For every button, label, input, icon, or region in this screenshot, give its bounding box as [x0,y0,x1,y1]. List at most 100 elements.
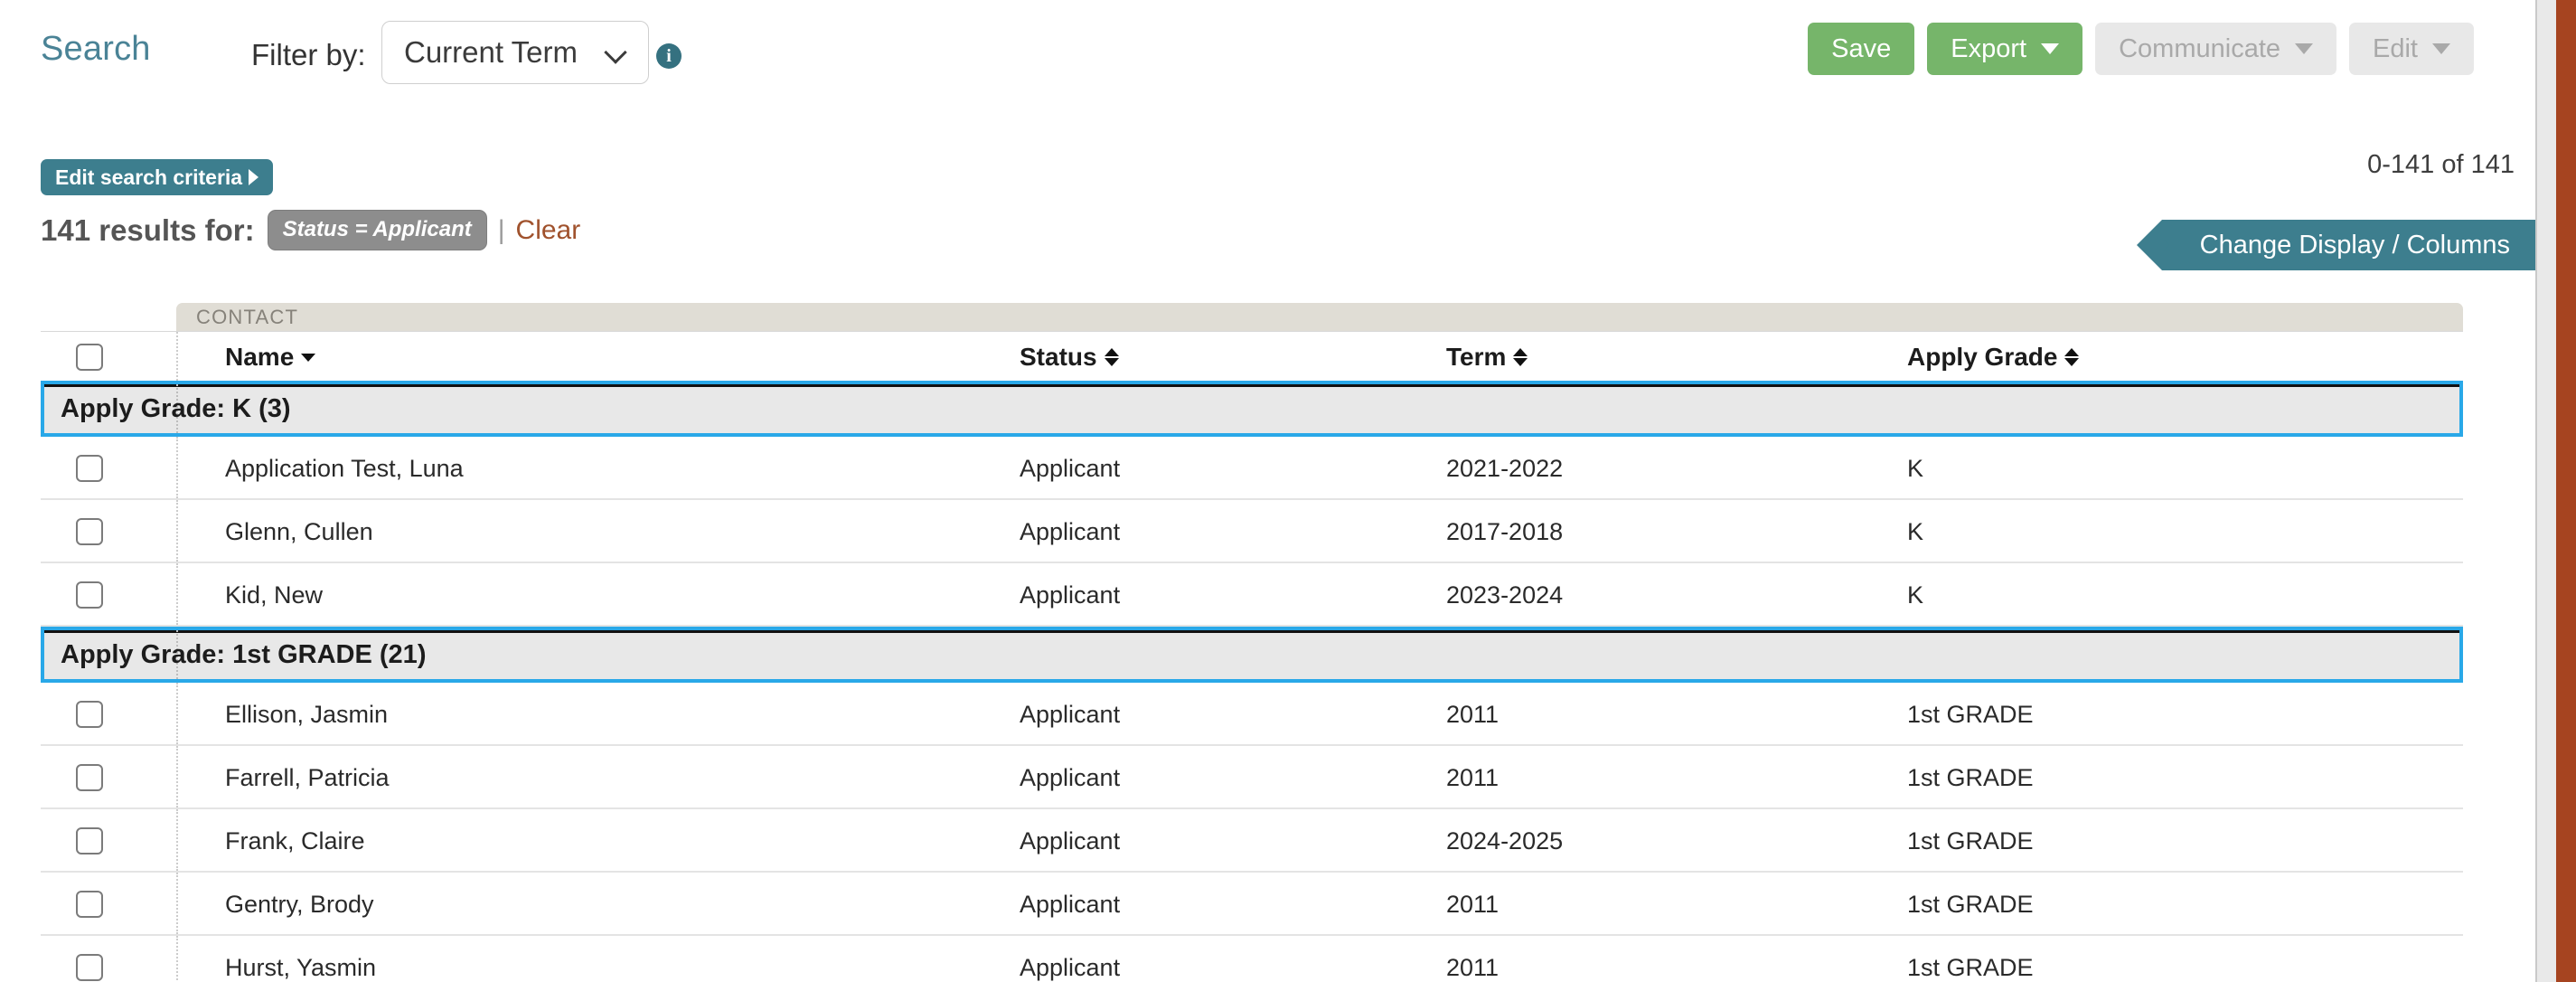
sort-toggle-icon [2064,345,2079,369]
group-header-rule [44,384,2459,387]
row-select-cell [41,746,176,809]
filter-by-label: Filter by: [251,38,366,72]
window-edge-strip [2556,0,2576,982]
table-header-row: Name Status Term Apply Grade [41,331,2463,381]
row-select-cell [41,873,176,936]
column-group-contact-label: CONTACT [196,306,298,329]
row-select-checkbox[interactable] [76,891,103,918]
cell-status: Applicant [1020,936,1381,982]
chevron-down-icon [605,41,628,64]
table-row[interactable]: Hurst, Yasmin Applicant 2011 1st GRADE [41,936,2463,982]
edit-button-label: Edit [2373,34,2418,64]
row-select-checkbox[interactable] [76,581,103,609]
edit-search-criteria-button[interactable]: Edit search criteria [41,159,273,195]
cell-name: Gentry, Brody [176,873,660,936]
cell-apply-grade: 1st GRADE [1907,683,2359,746]
table-row[interactable]: Application Test, Luna Applicant 2021-2022… [41,437,2463,500]
cell-status: Applicant [1020,873,1381,936]
chevron-down-icon [2041,43,2059,54]
cell-status: Applicant [1020,500,1381,563]
row-select-cell [41,563,176,627]
cell-name: Hurst, Yasmin [176,936,660,982]
column-header-term[interactable]: Term [1446,332,1808,382]
column-header-status[interactable]: Status [1020,332,1381,382]
page-title: Search [41,30,151,69]
results-count-text: 141 results for: [41,213,255,248]
export-button[interactable]: Export [1927,23,2082,75]
row-select-cell [41,936,176,982]
row-select-checkbox[interactable] [76,827,103,855]
table-row[interactable]: Glenn, Cullen Applicant 2017-2018 K [41,500,2463,563]
cell-apply-grade: 1st GRADE [1907,746,2359,809]
row-select-checkbox[interactable] [76,455,103,482]
change-display-columns-button[interactable]: Change Display / Columns [2162,220,2535,270]
cell-apply-grade: K [1907,500,2359,563]
row-select-checkbox[interactable] [76,954,103,981]
ribbon-arrow-icon [2164,220,2196,270]
table-body: Apply Grade: K (3) Application Test, Luna… [41,381,2463,982]
toolbar-actions: Save Export Communicate Edit [1808,23,2474,75]
column-header-apply-grade-label: Apply Grade [1907,343,2057,372]
column-group-contact: CONTACT [176,303,2463,331]
filter-term-value: Current Term [404,35,578,70]
chevron-right-icon [249,169,259,185]
save-button-label: Save [1831,34,1891,64]
edit-search-criteria-label: Edit search criteria [55,165,242,190]
pagination-range: 0-141 of 141 [2367,150,2515,180]
cell-status: Applicant [1020,746,1381,809]
cell-term: 2011 [1446,873,1808,936]
cell-status: Applicant [1020,809,1381,873]
ribbon-notch-icon [2137,220,2162,270]
cell-term: 2024-2025 [1446,809,1808,873]
cell-name: Application Test, Luna [176,437,660,500]
save-button[interactable]: Save [1808,23,1914,75]
cell-term: 2023-2024 [1446,563,1808,627]
group-header-row[interactable]: Apply Grade: 1st GRADE (21) [41,627,2463,683]
cell-term: 2021-2022 [1446,437,1808,500]
group-header-row[interactable]: Apply Grade: K (3) [41,381,2463,437]
row-select-checkbox[interactable] [76,518,103,545]
edit-button[interactable]: Edit [2349,23,2474,75]
cell-name: Frank, Claire [176,809,660,873]
table-row[interactable]: Frank, Claire Applicant 2024-2025 1st GRADE [41,809,2463,873]
column-header-apply-grade[interactable]: Apply Grade [1907,332,2359,382]
cell-term: 2011 [1446,936,1808,982]
cell-term: 2011 [1446,746,1808,809]
cell-name: Glenn, Cullen [176,500,660,563]
table-row[interactable]: Kid, NewApplicant2023-2024K [41,563,2463,627]
row-select-checkbox[interactable] [76,701,103,728]
cell-apply-grade: 1st GRADE [1907,936,2359,982]
cell-apply-grade: 1st GRADE [1907,873,2359,936]
column-header-status-label: Status [1020,343,1097,372]
column-group-tab-row: CONTACT [41,303,2463,331]
separator: | [498,215,505,246]
change-display-columns-label: Change Display / Columns [2176,231,2510,260]
group-header-rule [44,630,2459,633]
group-header-label: Apply Grade: 1st GRADE (21) [44,640,426,670]
group-header-label: Apply Grade: K (3) [44,394,291,424]
cell-apply-grade: 1st GRADE [1907,809,2359,873]
table-row[interactable]: Ellison, JasminApplicant20111st GRADE [41,683,2463,746]
cell-term: 2017-2018 [1446,500,1808,563]
row-select-cell [41,809,176,873]
column-header-name[interactable]: Name [176,332,660,382]
cell-status: Applicant [1020,437,1381,500]
vertical-scrollbar[interactable] [2535,0,2556,982]
results-table: CONTACT Name Status Term Apply Grade [41,303,2463,982]
cell-name: Ellison, Jasmin [176,683,660,746]
chevron-down-icon [2432,43,2450,54]
toolbar: Search Filter by: Current Term i Save Ex… [0,0,2535,116]
row-select-checkbox[interactable] [76,764,103,791]
column-header-term-label: Term [1446,343,1506,372]
filter-term-select[interactable]: Current Term [381,21,649,84]
row-select-cell [41,437,176,500]
select-all-checkbox[interactable] [76,344,103,371]
row-select-cell [41,500,176,563]
table-row[interactable]: Farrell, PatriciaApplicant20111st GRADE [41,746,2463,809]
communicate-button[interactable]: Communicate [2095,23,2336,75]
info-icon[interactable]: i [656,43,682,69]
row-select-cell [41,683,176,746]
table-row[interactable]: Gentry, Brody Applicant 2011 1st GRADE [41,873,2463,936]
clear-link[interactable]: Clear [516,215,581,246]
criteria-pill[interactable]: Status = Applicant [268,210,487,250]
